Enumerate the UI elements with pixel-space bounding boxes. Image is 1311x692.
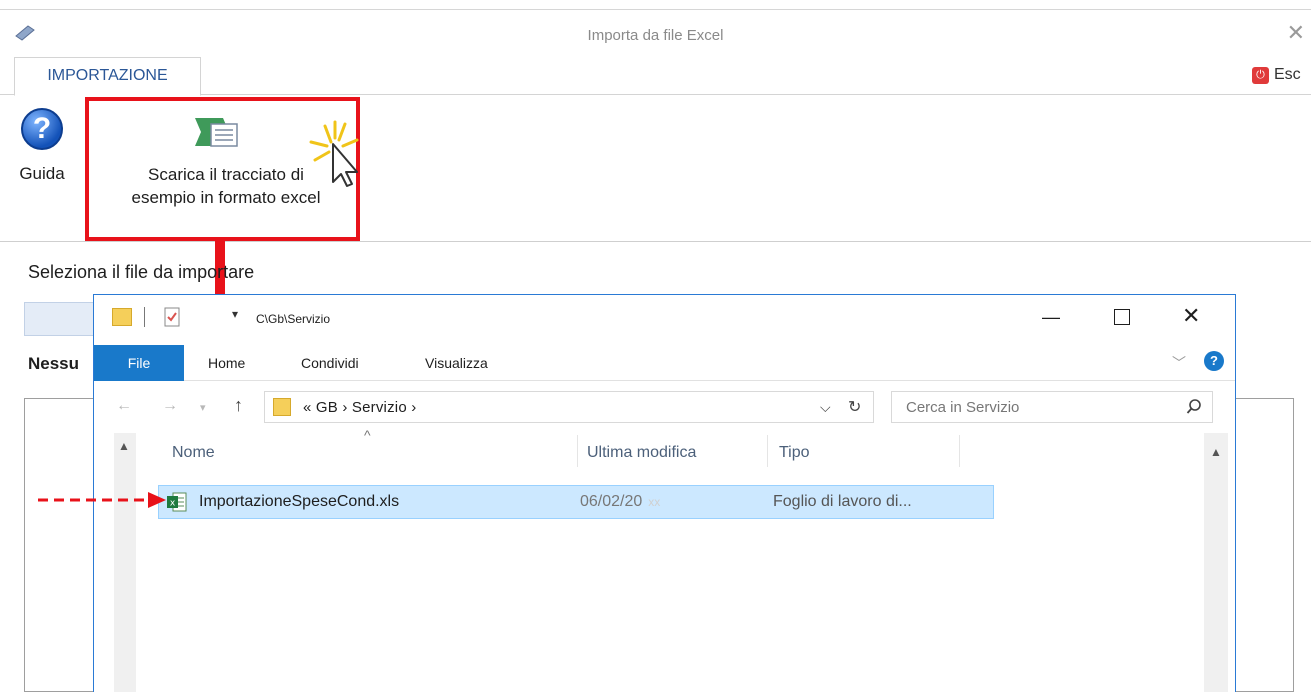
app-ribbon-tabs: IMPORTAZIONE ⏻ Esc (0, 57, 1311, 96)
exit-label: Esc (1274, 66, 1301, 83)
up-arrow-icon[interactable]: ↑ (234, 395, 243, 416)
quick-access-dropdown-icon[interactable]: ▾ (232, 307, 238, 321)
explorer-path: C\Gb\Servizio (256, 312, 331, 326)
maximize-icon[interactable] (1114, 309, 1130, 325)
empty-label: Nessu (28, 354, 80, 373)
properties-icon[interactable] (164, 307, 180, 327)
back-arrow-icon[interactable]: ← (116, 397, 132, 415)
divider[interactable] (767, 435, 768, 467)
minimize-icon[interactable]: — (1042, 307, 1060, 328)
divider[interactable] (959, 435, 960, 467)
file-path-input[interactable] (24, 302, 104, 336)
help-button[interactable]: ? Guida (12, 108, 72, 184)
svg-text:x: x (170, 499, 176, 509)
excel-file-icon: x (167, 492, 187, 512)
folder-icon (112, 308, 132, 326)
excel-template-icon[interactable] (195, 116, 243, 150)
search-placeholder: Cerca in Servizio (906, 399, 1020, 416)
exit-button[interactable]: ⏻ Esc (1252, 66, 1301, 84)
file-date-value: 06/02/20 (580, 493, 643, 510)
forward-arrow-icon[interactable]: → (162, 397, 178, 415)
explorer-titlebar: ▾ C\Gb\Servizio — ✕ (94, 295, 1235, 343)
content-scrollbar[interactable]: ▲ (1204, 433, 1228, 692)
scroll-up-icon[interactable]: ▲ (1210, 445, 1222, 459)
file-name: ImportazioneSpeseCond.xls (199, 493, 400, 510)
file-date: 06/02/20 xx (580, 493, 660, 511)
file-date-suffix: xx (648, 495, 661, 509)
address-text: « GB › Servizio › (303, 399, 417, 416)
exit-icon: ⏻ (1252, 66, 1269, 84)
help-icon: ? (21, 108, 63, 150)
column-header-type[interactable]: Tipo (779, 435, 810, 471)
address-bar[interactable]: « GB › Servizio › ⌵ ↻ (264, 391, 874, 423)
download-label-line2: esempio in formato excel (131, 188, 321, 207)
tab-condividi[interactable]: Condividi (301, 355, 359, 371)
column-header-date[interactable]: Ultima modifica (587, 435, 696, 471)
nav-pane-scrollbar[interactable]: ▲ (114, 433, 136, 692)
red-dashed-arrow (38, 492, 166, 508)
section-label: Seleziona il file da importare (28, 262, 255, 282)
file-type: Foglio di lavoro di... (773, 493, 912, 510)
explorer-navbar: ← → ▾ ↑ « GB › Servizio › ⌵ ↻ Cerca in S… (94, 385, 1235, 429)
divider (144, 307, 145, 327)
chevron-down-icon[interactable]: ﹀ (1172, 353, 1186, 373)
explorer-ribbon: File Home Condividi Visualizza ﹀ ? (94, 343, 1235, 381)
search-input[interactable]: Cerca in Servizio (891, 391, 1213, 423)
tab-importazione[interactable]: IMPORTAZIONE (14, 57, 201, 96)
scroll-up-icon[interactable]: ▲ (118, 439, 130, 453)
folder-icon (273, 398, 291, 416)
divider[interactable] (577, 435, 578, 467)
tab-visualizza[interactable]: Visualizza (425, 355, 488, 371)
recent-dropdown-icon[interactable]: ▾ (200, 401, 206, 414)
column-header-name[interactable]: Nome (172, 435, 215, 471)
sort-caret-icon: ^ (364, 427, 371, 443)
chevron-down-icon[interactable]: ⌵ (820, 399, 831, 416)
help-label: Guida (19, 164, 65, 183)
cursor-icon (309, 120, 359, 187)
tab-file[interactable]: File (94, 345, 184, 381)
app-titlebar: Importa da file Excel ✕ (0, 9, 1311, 57)
app-title: Importa da file Excel (587, 27, 724, 44)
search-icon (1186, 399, 1201, 414)
tab-home[interactable]: Home (208, 355, 245, 371)
file-row[interactable]: x ImportazioneSpeseCond.xls 06/02/20 xx F… (158, 485, 994, 519)
refresh-icon[interactable]: ↻ (848, 397, 861, 417)
file-explorer-dialog: ▾ C\Gb\Servizio — ✕ File Home Condividi … (93, 294, 1236, 692)
help-icon[interactable]: ? (1204, 351, 1224, 371)
close-icon[interactable]: ✕ (1287, 20, 1305, 46)
close-icon[interactable]: ✕ (1182, 303, 1200, 329)
